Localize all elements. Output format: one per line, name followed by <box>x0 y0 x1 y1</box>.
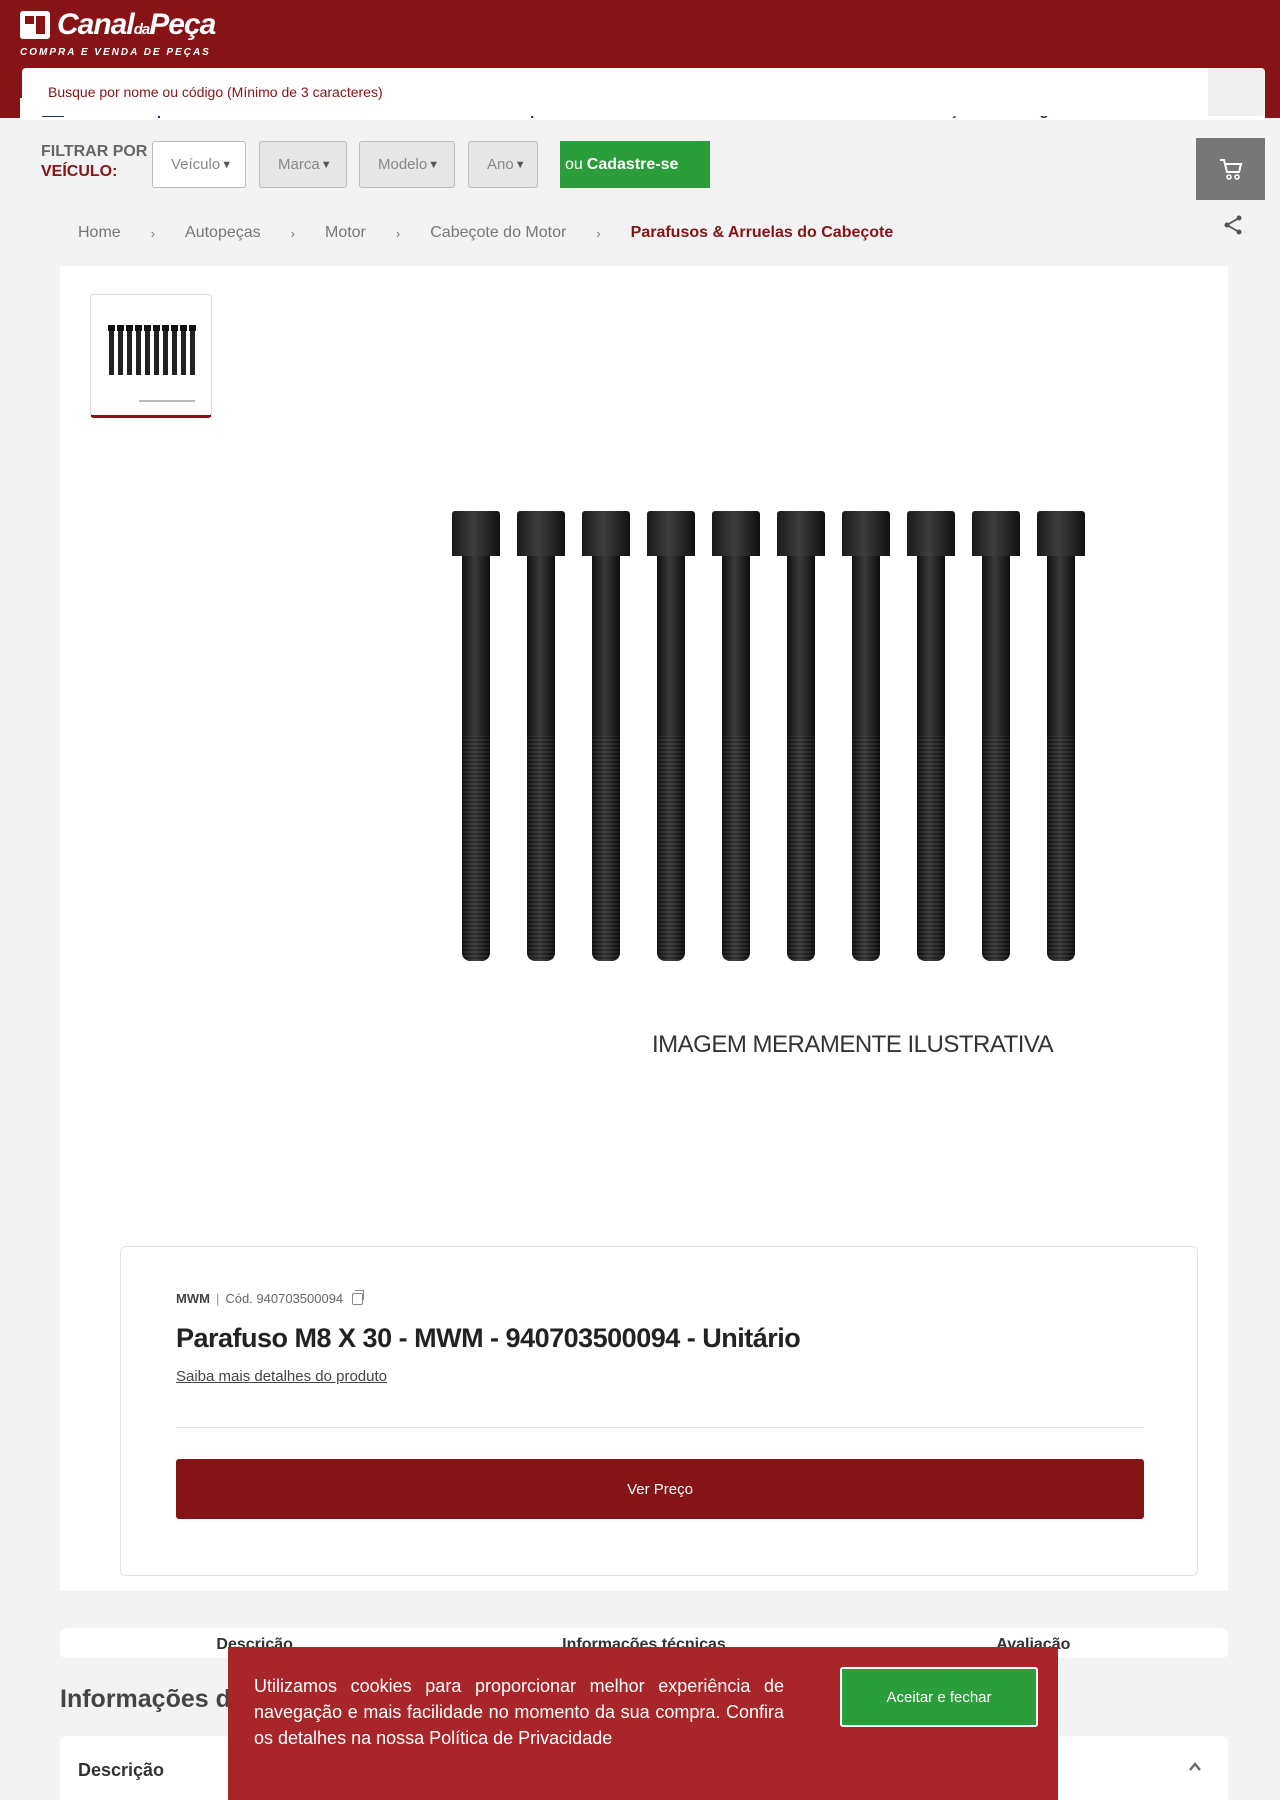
year-select[interactable]: Ano ▼ <box>468 141 538 188</box>
search-button[interactable] <box>1208 68 1265 116</box>
thumbnail-image <box>108 325 196 375</box>
image-caption: IMAGEM MERAMENTE ILUSTRATIVA <box>652 1031 1054 1058</box>
caret-down-icon: ▼ <box>221 158 233 171</box>
caret-down-icon: ▼ <box>514 158 526 171</box>
breadcrumb-separator: › <box>290 225 295 241</box>
logo-mark-icon <box>20 11 50 39</box>
copy-icon[interactable] <box>352 1289 365 1305</box>
breadcrumb: Home › Autopeças › Motor › Cabeçote do M… <box>78 224 893 242</box>
breadcrumb-autopecas[interactable]: Autopeças <box>185 224 261 242</box>
product-thumbnail[interactable] <box>90 294 212 418</box>
product-card: IMAGEM MERAMENTE ILUSTRATIVA MWM | Cód. … <box>60 266 1228 1591</box>
cookie-text: Utilizamos cookies para proporcionar mel… <box>254 1676 784 1748</box>
brand-select[interactable]: Marca ▼ <box>259 141 347 188</box>
register-link[interactable]: ou Cadastre-se <box>560 141 710 188</box>
product-brand: MWM <box>176 1291 210 1306</box>
cookie-banner: Utilizamos cookies para proporcionar mel… <box>228 1647 1058 1800</box>
divider <box>176 1427 1144 1428</box>
caret-down-icon: ▼ <box>320 158 332 171</box>
view-price-button[interactable]: Ver Preço <box>176 1459 1144 1519</box>
filter-label: FILTRAR POR VEÍCULO: <box>41 143 148 180</box>
breadcrumb-cabecote[interactable]: Cabeçote do Motor <box>430 224 566 242</box>
share-icon[interactable] <box>1222 214 1244 236</box>
product-details-link[interactable]: Saiba mais detalhes do produto <box>176 1368 387 1385</box>
product-main-image: IMAGEM MERAMENTE ILUSTRATIVA <box>372 511 1085 1231</box>
bolts-illustration <box>452 511 1085 961</box>
search-input[interactable] <box>22 68 1207 116</box>
vehicle-select[interactable]: Veículo ▼ <box>152 141 246 188</box>
description-label: Descrição <box>78 1760 165 1780</box>
product-code: Cód. 940703500094 <box>225 1291 344 1306</box>
search-bar <box>22 68 1265 116</box>
vehicle-filter: FILTRAR POR VEÍCULO: Veículo ▼ Marca ▼ Mod… <box>0 138 1280 200</box>
breadcrumb-separator: › <box>395 225 401 241</box>
accept-cookies-button[interactable]: Aceitar e fechar <box>840 1667 1038 1727</box>
breadcrumb-home[interactable]: Home <box>78 224 121 242</box>
chevron-up-icon[interactable] <box>1188 1760 1202 1774</box>
caret-down-icon: ▼ <box>428 158 440 171</box>
model-select[interactable]: Modelo ▼ <box>359 141 455 188</box>
product-meta: MWM | Cód. 940703500094 <box>176 1289 365 1306</box>
breadcrumb-motor[interactable]: Motor <box>325 224 366 242</box>
product-info-box: MWM | Cód. 940703500094 Parafuso M8 X 30… <box>120 1246 1198 1576</box>
breadcrumb-current: Parafusos & Arruelas do Cabeçote <box>630 224 894 241</box>
logo-name: CanaldaPeça <box>57 8 216 41</box>
cart-button[interactable] <box>1196 138 1265 200</box>
site-header: CanaldaPeça COMPRA E VENDA DE PEÇAS Todo… <box>0 0 1280 138</box>
site-logo[interactable]: CanaldaPeça COMPRA E VENDA DE PEÇAS <box>20 8 216 59</box>
product-title: Parafuso M8 X 30 - MWM - 940703500094 - … <box>176 1323 801 1353</box>
cart-icon <box>1219 159 1242 180</box>
logo-tagline: COMPRA E VENDA DE PEÇAS <box>20 47 211 58</box>
breadcrumb-separator: › <box>596 225 601 241</box>
breadcrumb-separator: › <box>150 225 156 241</box>
